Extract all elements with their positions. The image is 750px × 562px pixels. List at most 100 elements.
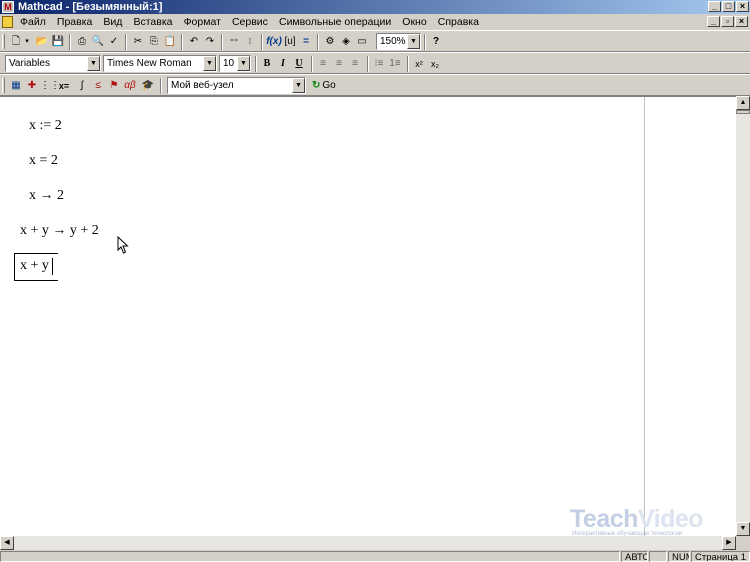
- doc-minimize-button[interactable]: _: [707, 16, 720, 27]
- menu-help[interactable]: Справка: [434, 14, 483, 30]
- close-button[interactable]: ×: [736, 1, 749, 12]
- subscript-button[interactable]: x₂: [427, 56, 443, 72]
- menu-format[interactable]: Формат: [180, 14, 225, 30]
- math-region-evaluation[interactable]: x = 2: [29, 153, 58, 169]
- toolbar-grip[interactable]: [2, 78, 5, 93]
- chevron-down-icon[interactable]: ▼: [87, 56, 100, 71]
- minimize-button[interactable]: _: [708, 1, 721, 12]
- menu-window[interactable]: Окно: [398, 14, 430, 30]
- toolbar-separator: [69, 34, 71, 50]
- bold-button[interactable]: B: [259, 56, 275, 72]
- zoom-select[interactable]: 150% ▼: [376, 33, 421, 50]
- calculus-toolbar-icon[interactable]: ∫: [74, 78, 90, 94]
- font-select[interactable]: Times New Roman ▼: [103, 55, 217, 72]
- watermark-brand-b: Video: [637, 505, 704, 533]
- align-center-icon[interactable]: ≡: [331, 56, 347, 72]
- align-vertical-icon[interactable]: ⁞: [242, 34, 258, 50]
- toolbar-separator: [181, 34, 183, 50]
- edit-cursor: [52, 258, 53, 275]
- chevron-down-icon[interactable]: ▼: [292, 78, 305, 93]
- menu-bar: Файл Правка Вид Вставка Формат Сервис Си…: [0, 14, 750, 30]
- cut-icon[interactable]: ✂: [130, 34, 146, 50]
- go-arrow-icon: ↻: [312, 80, 321, 91]
- font-size-select[interactable]: 10 ▼: [219, 55, 251, 72]
- chevron-down-icon[interactable]: ▼: [203, 56, 216, 71]
- menu-tools[interactable]: Сервис: [228, 14, 272, 30]
- open-folder-icon[interactable]: 📂: [34, 34, 50, 50]
- teachvideo-watermark: TeachVideo: [570, 505, 704, 534]
- vertical-scroll-thumb[interactable]: [736, 110, 750, 114]
- toolbar-separator: [311, 56, 313, 72]
- web-address-select[interactable]: Мой веб-узел ▼: [167, 77, 306, 94]
- matrix-toolbar-icon[interactable]: ⋮⋮: [40, 78, 60, 94]
- scrollbar-corner: [736, 536, 750, 550]
- italic-button[interactable]: I: [275, 56, 291, 72]
- status-num: NUM: [668, 551, 690, 562]
- greek-toolbar-icon[interactable]: αβ: [122, 78, 138, 94]
- menu-view[interactable]: Вид: [99, 14, 126, 30]
- math-region-definition[interactable]: x := 2: [29, 118, 62, 134]
- mathcad-window: M Mathcad - [Безымянный:1] _ □ × Файл Прав…: [0, 0, 750, 562]
- new-dropdown-icon[interactable]: ▾: [22, 34, 32, 50]
- superscript-button[interactable]: x²: [411, 56, 427, 72]
- scroll-right-icon[interactable]: ▶: [722, 536, 736, 550]
- menu-edit[interactable]: Правка: [53, 14, 96, 30]
- menu-insert[interactable]: Вставка: [129, 14, 176, 30]
- align-horizontal-icon[interactable]: ⁼⁼: [226, 34, 242, 50]
- underline-button[interactable]: U: [291, 56, 307, 72]
- align-right-icon[interactable]: ≡: [347, 56, 363, 72]
- undo-icon[interactable]: ↶: [186, 34, 202, 50]
- style-select[interactable]: Variables ▼: [5, 55, 101, 72]
- print-icon[interactable]: ⎙: [74, 34, 90, 50]
- copy-icon[interactable]: ⎘: [146, 34, 162, 50]
- style-value: Variables: [9, 58, 50, 69]
- standard-toolbar: 🗋 ▾ 📂 💾 ⎙ 🔍 ✓ ✂ ⎘ 📋 ↶ ↷ ⁼⁼ ⁞ f(x) [u] = …: [0, 30, 750, 52]
- spell-check-icon[interactable]: ✓: [106, 34, 122, 50]
- maximize-button[interactable]: □: [722, 1, 735, 12]
- toolbar-grip[interactable]: [2, 34, 5, 49]
- chevron-down-icon[interactable]: ▼: [407, 34, 420, 49]
- scroll-up-icon[interactable]: ▲: [736, 96, 750, 110]
- resource-center-icon[interactable]: ◈: [338, 34, 354, 50]
- print-preview-icon[interactable]: 🔍: [90, 34, 106, 50]
- math-region-symbolic[interactable]: x → 2: [29, 188, 64, 204]
- help-icon[interactable]: ?: [428, 34, 444, 50]
- editing-expression[interactable]: x + y: [20, 258, 49, 274]
- save-icon[interactable]: 💾: [50, 34, 66, 50]
- paste-icon[interactable]: 📋: [162, 34, 178, 50]
- scroll-left-icon[interactable]: ◀: [0, 536, 14, 550]
- menu-symbolics[interactable]: Символьные операции: [275, 14, 395, 30]
- doc-close-button[interactable]: ×: [735, 16, 748, 27]
- symbolic-toolbar-icon[interactable]: 🎓: [140, 78, 156, 94]
- insert-component-icon[interactable]: ⚙: [322, 34, 338, 50]
- redo-icon[interactable]: ↷: [202, 34, 218, 50]
- toolbar-separator: [424, 34, 426, 50]
- worksheet-area[interactable]: x := 2 x = 2 x → 2 x + y → y + 2 x + y T…: [0, 96, 736, 537]
- boolean-toolbar-icon[interactable]: ≤: [90, 78, 106, 94]
- insert-region-icon[interactable]: ▭: [354, 34, 370, 50]
- menu-file[interactable]: Файл: [16, 14, 50, 30]
- document-icon[interactable]: [2, 16, 13, 28]
- web-address-value: Мой веб-узел: [171, 80, 234, 91]
- right-margin-line: [644, 97, 645, 536]
- graph-toolbar-icon[interactable]: ✚: [24, 78, 40, 94]
- toolbar-separator: [261, 34, 263, 50]
- math-region-symbolic-sum[interactable]: x + y → y + 2: [20, 223, 99, 239]
- title-bar: M Mathcad - [Безымянный:1] _ □ ×: [0, 0, 750, 14]
- evaluation-toolbar-button[interactable]: x=: [56, 78, 72, 94]
- doc-restore-button[interactable]: ▫: [721, 16, 734, 27]
- programming-toolbar-icon[interactable]: ⚑: [106, 78, 122, 94]
- scroll-down-icon[interactable]: ▼: [736, 522, 750, 536]
- chevron-down-icon[interactable]: ▼: [237, 56, 250, 71]
- calculate-icon[interactable]: =: [298, 34, 314, 50]
- calculator-toolbar-icon[interactable]: ▦: [8, 78, 24, 94]
- horizontal-scrollbar[interactable]: ◀ ▶: [0, 536, 736, 550]
- vertical-scrollbar[interactable]: ▲ ▼: [736, 96, 750, 536]
- insert-unit-icon[interactable]: [u]: [282, 34, 298, 50]
- toolbar-separator: [317, 34, 319, 50]
- bullets-icon[interactable]: ⁝≡: [371, 56, 387, 72]
- go-button[interactable]: ↻ Go: [312, 78, 336, 94]
- insert-function-icon[interactable]: f(x): [266, 34, 282, 50]
- align-left-icon[interactable]: ≡: [315, 56, 331, 72]
- numbering-icon[interactable]: 1≡: [387, 56, 403, 72]
